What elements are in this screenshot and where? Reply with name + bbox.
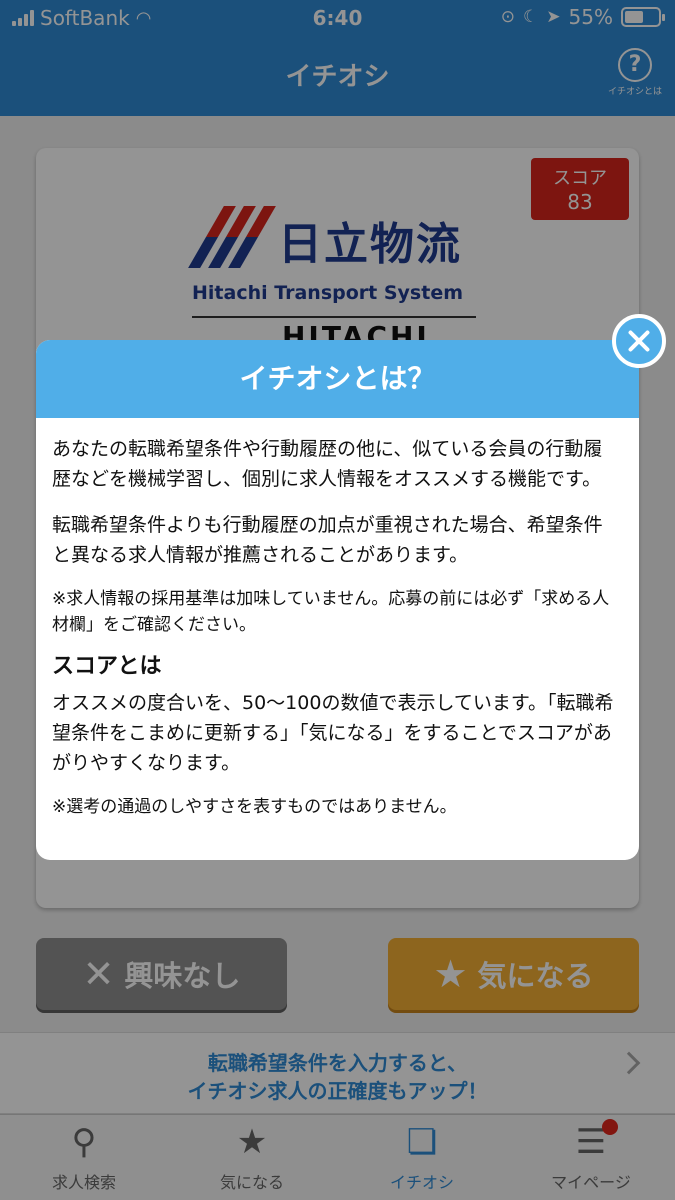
modal-body: あなたの転職希望条件や行動履歴の他に、似ている会員の行動履歴などを機械学習し、個…: [36, 418, 639, 820]
modal-title: イチオシとは？: [36, 340, 639, 418]
modal-paragraph-2: 転職希望条件よりも行動履歴の加点が重視された場合、希望条件と異なる求人情報が推薦…: [52, 514, 603, 566]
info-modal: イチオシとは？ あなたの転職希望条件や行動履歴の他に、似ている会員の行動履歴など…: [36, 340, 639, 860]
modal-note-2: ※選考の通過のしやすさを表すものではありません。: [52, 797, 457, 817]
modal-paragraph-3: オススメの度合いを、50〜100の数値で表示しています。「転職希望条件をこまめに…: [52, 692, 614, 774]
score-heading: スコアとは: [52, 654, 162, 679]
modal-paragraph-1: あなたの転職希望条件や行動履歴の他に、似ている会員の行動履歴などを機械学習し、個…: [52, 438, 603, 490]
close-modal-button[interactable]: [612, 314, 666, 368]
modal-note-1: ※求人情報の採用基準は加味していません。応募の前には必ず「求める人材欄」をご確認…: [52, 589, 610, 635]
